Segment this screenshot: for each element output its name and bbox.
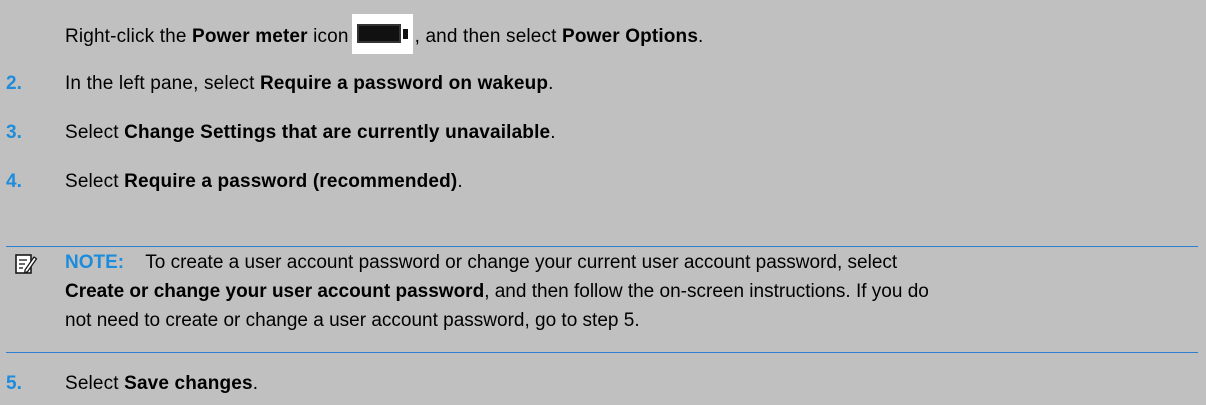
step-3-end: .: [550, 122, 556, 143]
step-3-number: 3.: [6, 122, 22, 143]
step-1-pre: Right-click the: [65, 26, 192, 48]
step-4-bold: Require a password (recommended): [124, 171, 458, 192]
step-4-end: .: [457, 171, 463, 192]
battery-icon: [351, 14, 413, 54]
step-4-number: 4.: [6, 171, 22, 192]
battery-tip: [402, 29, 408, 39]
step-2-number: 2.: [6, 73, 22, 94]
note-text: NOTE: To create a user account password …: [65, 248, 1185, 335]
power-options-label: Power Options: [562, 26, 699, 48]
step-5-text: Select Save changes.: [65, 373, 258, 395]
step-2-pre: In the left pane, select: [65, 73, 260, 94]
step-1-mid: icon: [307, 26, 349, 48]
note-bottom-rule: [6, 352, 1198, 353]
step-1-end: .: [698, 26, 704, 48]
step-3-text: Select Change Settings that are currentl…: [65, 122, 556, 144]
note-top-rule: [6, 246, 1198, 247]
step-3-pre: Select: [65, 122, 125, 143]
battery-body: [356, 24, 401, 43]
step-1-text: Right-click the Power meter icon , and th…: [65, 14, 704, 57]
note-bold: Create or change your user account passw…: [65, 281, 485, 302]
step-3-bold: Change Settings that are currently unava…: [124, 122, 551, 143]
note-line-1: To create a user account password or cha…: [145, 252, 898, 273]
step-2-bold: Require a password on wakeup: [259, 73, 549, 94]
step-2-text: In the left pane, select Require a passw…: [65, 73, 554, 95]
step-5-bold: Save changes: [124, 373, 253, 394]
step-5-pre: Select: [65, 373, 125, 394]
step-4-pre: Select: [65, 171, 125, 192]
note-line-3: not need to create or change a user acco…: [65, 310, 640, 331]
note-line-2: , and then follow the on-screen instruct…: [484, 281, 929, 302]
step-5-number: 5.: [6, 373, 22, 394]
step-5-end: .: [252, 373, 259, 394]
step-2-end: .: [548, 73, 554, 94]
power-meter-label: Power meter: [192, 26, 308, 48]
step-1-post: , and then select: [414, 26, 563, 48]
note-label: NOTE:: [65, 252, 125, 273]
note-pencil-icon: [15, 254, 38, 274]
step-4-text: Select Require a password (recommended).: [65, 171, 463, 193]
